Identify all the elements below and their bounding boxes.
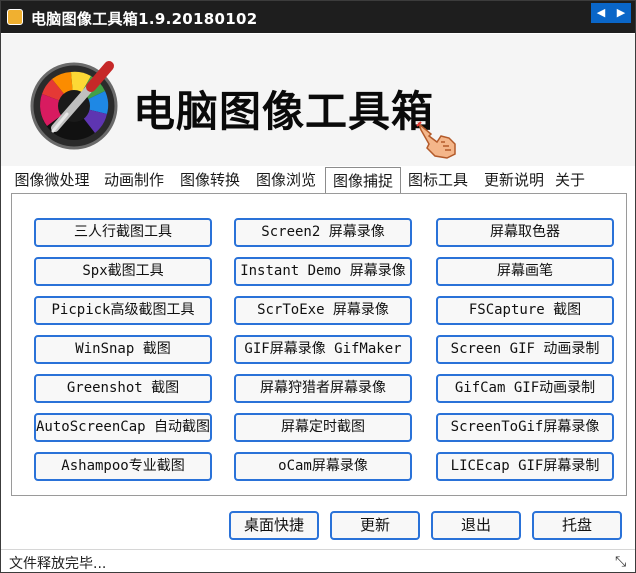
- tab-scroll-control: ◀ ▶: [591, 3, 631, 23]
- tool-button[interactable]: ScrToExe 屏幕录像: [234, 296, 412, 325]
- tab-animation[interactable]: 动画制作: [99, 168, 169, 192]
- tab-scroll-left-icon[interactable]: ◀: [591, 3, 611, 23]
- status-text: 文件释放完毕...: [9, 556, 107, 572]
- tab-about[interactable]: 关于: [555, 168, 595, 192]
- window-title: 电脑图像工具箱1.9.20180102: [31, 10, 258, 28]
- tab-strip: 图像微处理 动画制作 图像转换 图像浏览 图像捕捉 图标工具 更新说明 关于: [11, 167, 629, 194]
- tab-scroll-right-icon[interactable]: ▶: [611, 3, 631, 23]
- tool-button[interactable]: FSCapture 截图: [436, 296, 614, 325]
- banner-title: 电脑图像工具箱: [133, 87, 435, 136]
- tool-button[interactable]: Spx截图工具: [34, 257, 212, 286]
- resize-grip-icon[interactable]: ⤡: [615, 554, 626, 570]
- tool-button[interactable]: 三人行截图工具: [34, 218, 212, 247]
- capture-tools-panel: 三人行截图工具 Spx截图工具 Picpick高级截图工具 WinSnap 截图…: [11, 193, 627, 496]
- tab-image-processing[interactable]: 图像微处理: [11, 168, 93, 192]
- tool-button[interactable]: ScreenToGif屏幕录像: [436, 413, 614, 442]
- tool-button[interactable]: Greenshot 截图: [34, 374, 212, 403]
- tool-button[interactable]: oCam屏幕录像: [234, 452, 412, 481]
- tab-update-notes[interactable]: 更新说明: [479, 168, 549, 192]
- app-window: 电脑图像工具箱1.9.20180102 – ✕ 电脑图像工具箱 图像微处理: [0, 0, 636, 573]
- tab-image-browse[interactable]: 图像浏览: [251, 168, 321, 192]
- tab-image-convert[interactable]: 图像转换: [175, 168, 245, 192]
- exit-button[interactable]: 退出: [431, 511, 521, 540]
- pointing-hand-icon: [416, 121, 456, 159]
- tool-button[interactable]: Screen2 屏幕录像: [234, 218, 412, 247]
- title-bar[interactable]: 电脑图像工具箱1.9.20180102 – ✕: [1, 1, 635, 33]
- tray-button[interactable]: 托盘: [532, 511, 622, 540]
- tool-button[interactable]: GIF屏幕录像 GifMaker: [234, 335, 412, 364]
- tool-button[interactable]: AutoScreenCap 自动截图: [34, 413, 212, 442]
- tab-image-capture[interactable]: 图像捕捉: [325, 167, 401, 194]
- tool-button[interactable]: Screen GIF 动画录制: [436, 335, 614, 364]
- tool-button[interactable]: Picpick高级截图工具: [34, 296, 212, 325]
- tool-button[interactable]: LICEcap GIF屏幕录制: [436, 452, 614, 481]
- tool-button[interactable]: 屏幕画笔: [436, 257, 614, 286]
- tool-button[interactable]: 屏幕狩猎者屏幕录像: [234, 374, 412, 403]
- tool-button[interactable]: 屏幕定时截图: [234, 413, 412, 442]
- tool-button[interactable]: GifCam GIF动画录制: [436, 374, 614, 403]
- color-picker-eyedropper-icon: [30, 61, 118, 150]
- tool-button[interactable]: 屏幕取色器: [436, 218, 614, 247]
- desktop-shortcut-button[interactable]: 桌面快捷: [229, 511, 319, 540]
- status-bar: 文件释放完毕... ⤡: [1, 549, 635, 572]
- tab-icon-tools[interactable]: 图标工具: [403, 168, 473, 192]
- tool-button[interactable]: Ashampoo专业截图: [34, 452, 212, 481]
- tool-button[interactable]: Instant Demo 屏幕录像: [234, 257, 412, 286]
- tool-button[interactable]: WinSnap 截图: [34, 335, 212, 364]
- app-icon: [7, 9, 23, 25]
- header-banner: 电脑图像工具箱: [1, 34, 635, 166]
- update-button[interactable]: 更新: [330, 511, 420, 540]
